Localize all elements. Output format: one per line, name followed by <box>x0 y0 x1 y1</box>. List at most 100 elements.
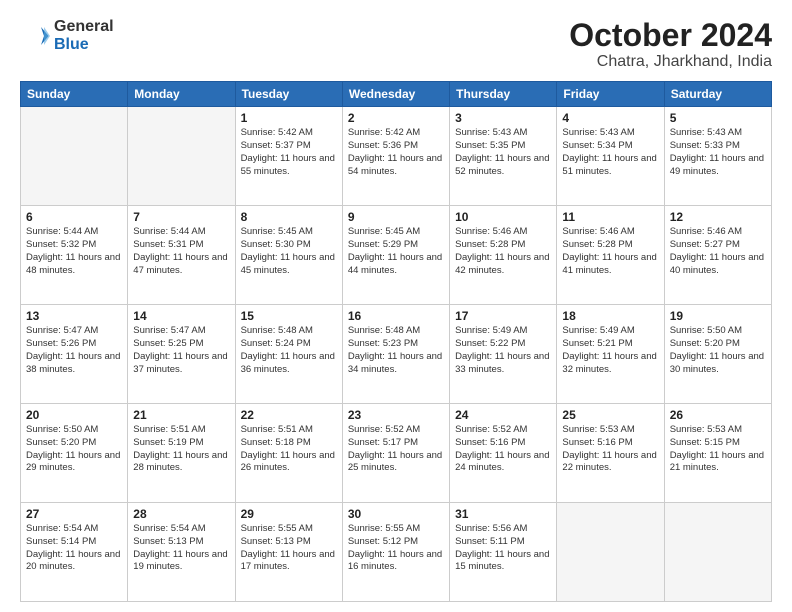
calendar-cell: 6 Sunrise: 5:44 AM Sunset: 5:32 PM Daylig… <box>21 206 128 305</box>
day-number: 27 <box>26 507 122 521</box>
day-number: 26 <box>670 408 766 422</box>
calendar-cell: 14Sunrise: 5:47 AM Sunset: 5:25 PM Dayli… <box>128 305 235 404</box>
calendar-cell: 29Sunrise: 5:55 AM Sunset: 5:13 PM Dayli… <box>235 503 342 602</box>
day-number: 29 <box>241 507 337 521</box>
calendar-cell: 19 Sunrise: 5:50 AM Sunset: 5:20 PM Dayli… <box>664 305 771 404</box>
day-info: Sunrise: 5:49 AM Sunset: 5:21 PM Dayligh… <box>562 325 658 376</box>
subtitle: Chatra, Jharkhand, India <box>569 53 772 71</box>
day-info: Sunrise: 5:45 AM Sunset: 5:30 PM Dayligh… <box>241 226 337 277</box>
col-saturday: Saturday <box>664 82 771 107</box>
day-info: Sunrise: 5:44 AM Sunset: 5:32 PM Dayligh… <box>26 226 122 277</box>
calendar-cell: 18Sunrise: 5:49 AM Sunset: 5:21 PM Dayli… <box>557 305 664 404</box>
calendar-week-3: 20 Sunrise: 5:50 AM Sunset: 5:20 PM Dayli… <box>21 404 772 503</box>
logo-general: General <box>54 18 114 35</box>
calendar-cell: 27 Sunrise: 5:54 AM Sunset: 5:14 PM Dayli… <box>21 503 128 602</box>
day-number: 12 <box>670 210 766 224</box>
day-number: 11 <box>562 210 658 224</box>
calendar-cell: 1Sunrise: 5:42 AM Sunset: 5:37 PM Daylig… <box>235 107 342 206</box>
main-title: October 2024 <box>569 18 772 53</box>
day-info: Sunrise: 5:47 AM Sunset: 5:26 PM Dayligh… <box>26 325 122 376</box>
day-info: Sunrise: 5:53 AM Sunset: 5:15 PM Dayligh… <box>670 424 766 475</box>
day-info: Sunrise: 5:49 AM Sunset: 5:22 PM Dayligh… <box>455 325 551 376</box>
calendar-cell: 22Sunrise: 5:51 AM Sunset: 5:18 PM Dayli… <box>235 404 342 503</box>
col-tuesday: Tuesday <box>235 82 342 107</box>
day-number: 13 <box>26 309 122 323</box>
day-number: 5 <box>670 111 766 125</box>
day-number: 8 <box>241 210 337 224</box>
logo-icon <box>20 21 50 51</box>
header-row: Sunday Monday Tuesday Wednesday Thursday… <box>21 82 772 107</box>
calendar-week-0: 1Sunrise: 5:42 AM Sunset: 5:37 PM Daylig… <box>21 107 772 206</box>
calendar-cell: 25 Sunrise: 5:53 AM Sunset: 5:16 PM Dayli… <box>557 404 664 503</box>
col-sunday: Sunday <box>21 82 128 107</box>
day-number: 15 <box>241 309 337 323</box>
day-number: 25 <box>562 408 658 422</box>
calendar-cell <box>128 107 235 206</box>
calendar-cell: 8 Sunrise: 5:45 AM Sunset: 5:30 PM Daylig… <box>235 206 342 305</box>
day-number: 21 <box>133 408 229 422</box>
day-number: 23 <box>348 408 444 422</box>
day-info: Sunrise: 5:52 AM Sunset: 5:16 PM Dayligh… <box>455 424 551 475</box>
day-info: Sunrise: 5:46 AM Sunset: 5:27 PM Dayligh… <box>670 226 766 277</box>
header: General Blue October 2024 Chatra, Jharkh… <box>20 18 772 71</box>
calendar-cell: 13 Sunrise: 5:47 AM Sunset: 5:26 PM Dayli… <box>21 305 128 404</box>
day-number: 17 <box>455 309 551 323</box>
day-info: Sunrise: 5:55 AM Sunset: 5:12 PM Dayligh… <box>348 523 444 574</box>
day-number: 14 <box>133 309 229 323</box>
calendar-cell: 30 Sunrise: 5:55 AM Sunset: 5:12 PM Dayli… <box>342 503 449 602</box>
logo: General Blue <box>20 18 114 53</box>
calendar-cell: 28 Sunrise: 5:54 AM Sunset: 5:13 PM Dayli… <box>128 503 235 602</box>
calendar-cell: 16 Sunrise: 5:48 AM Sunset: 5:23 PM Dayli… <box>342 305 449 404</box>
calendar-cell: 11Sunrise: 5:46 AM Sunset: 5:28 PM Dayli… <box>557 206 664 305</box>
day-info: Sunrise: 5:48 AM Sunset: 5:23 PM Dayligh… <box>348 325 444 376</box>
calendar-cell: 4Sunrise: 5:43 AM Sunset: 5:34 PM Daylig… <box>557 107 664 206</box>
day-info: Sunrise: 5:52 AM Sunset: 5:17 PM Dayligh… <box>348 424 444 475</box>
calendar-header: Sunday Monday Tuesday Wednesday Thursday… <box>21 82 772 107</box>
day-info: Sunrise: 5:54 AM Sunset: 5:14 PM Dayligh… <box>26 523 122 574</box>
calendar-cell: 26 Sunrise: 5:53 AM Sunset: 5:15 PM Dayli… <box>664 404 771 503</box>
col-monday: Monday <box>128 82 235 107</box>
calendar-cell: 23 Sunrise: 5:52 AM Sunset: 5:17 PM Dayli… <box>342 404 449 503</box>
day-number: 2 <box>348 111 444 125</box>
calendar-cell: 17 Sunrise: 5:49 AM Sunset: 5:22 PM Dayli… <box>450 305 557 404</box>
day-info: Sunrise: 5:53 AM Sunset: 5:16 PM Dayligh… <box>562 424 658 475</box>
day-info: Sunrise: 5:48 AM Sunset: 5:24 PM Dayligh… <box>241 325 337 376</box>
title-block: October 2024 Chatra, Jharkhand, India <box>569 18 772 71</box>
calendar-body: 1Sunrise: 5:42 AM Sunset: 5:37 PM Daylig… <box>21 107 772 602</box>
day-info: Sunrise: 5:44 AM Sunset: 5:31 PM Dayligh… <box>133 226 229 277</box>
calendar-cell: 3Sunrise: 5:43 AM Sunset: 5:35 PM Daylig… <box>450 107 557 206</box>
calendar-cell: 7 Sunrise: 5:44 AM Sunset: 5:31 PM Daylig… <box>128 206 235 305</box>
day-info: Sunrise: 5:50 AM Sunset: 5:20 PM Dayligh… <box>670 325 766 376</box>
day-info: Sunrise: 5:43 AM Sunset: 5:33 PM Dayligh… <box>670 127 766 178</box>
calendar-cell <box>664 503 771 602</box>
col-thursday: Thursday <box>450 82 557 107</box>
day-number: 9 <box>348 210 444 224</box>
day-info: Sunrise: 5:43 AM Sunset: 5:34 PM Dayligh… <box>562 127 658 178</box>
day-number: 28 <box>133 507 229 521</box>
calendar-table: Sunday Monday Tuesday Wednesday Thursday… <box>20 81 772 602</box>
day-number: 20 <box>26 408 122 422</box>
day-info: Sunrise: 5:54 AM Sunset: 5:13 PM Dayligh… <box>133 523 229 574</box>
day-info: Sunrise: 5:56 AM Sunset: 5:11 PM Dayligh… <box>455 523 551 574</box>
day-number: 22 <box>241 408 337 422</box>
day-info: Sunrise: 5:46 AM Sunset: 5:28 PM Dayligh… <box>455 226 551 277</box>
day-info: Sunrise: 5:50 AM Sunset: 5:20 PM Dayligh… <box>26 424 122 475</box>
day-number: 10 <box>455 210 551 224</box>
day-info: Sunrise: 5:43 AM Sunset: 5:35 PM Dayligh… <box>455 127 551 178</box>
logo-text: General Blue <box>54 18 114 53</box>
calendar-cell: 5 Sunrise: 5:43 AM Sunset: 5:33 PM Daylig… <box>664 107 771 206</box>
day-info: Sunrise: 5:42 AM Sunset: 5:37 PM Dayligh… <box>241 127 337 178</box>
day-number: 30 <box>348 507 444 521</box>
logo-blue: Blue <box>54 36 89 53</box>
col-wednesday: Wednesday <box>342 82 449 107</box>
day-info: Sunrise: 5:45 AM Sunset: 5:29 PM Dayligh… <box>348 226 444 277</box>
day-number: 6 <box>26 210 122 224</box>
calendar-cell <box>21 107 128 206</box>
day-number: 7 <box>133 210 229 224</box>
day-number: 24 <box>455 408 551 422</box>
calendar-cell: 24 Sunrise: 5:52 AM Sunset: 5:16 PM Dayli… <box>450 404 557 503</box>
day-info: Sunrise: 5:51 AM Sunset: 5:19 PM Dayligh… <box>133 424 229 475</box>
day-number: 16 <box>348 309 444 323</box>
day-number: 19 <box>670 309 766 323</box>
calendar-cell: 21 Sunrise: 5:51 AM Sunset: 5:19 PM Dayli… <box>128 404 235 503</box>
